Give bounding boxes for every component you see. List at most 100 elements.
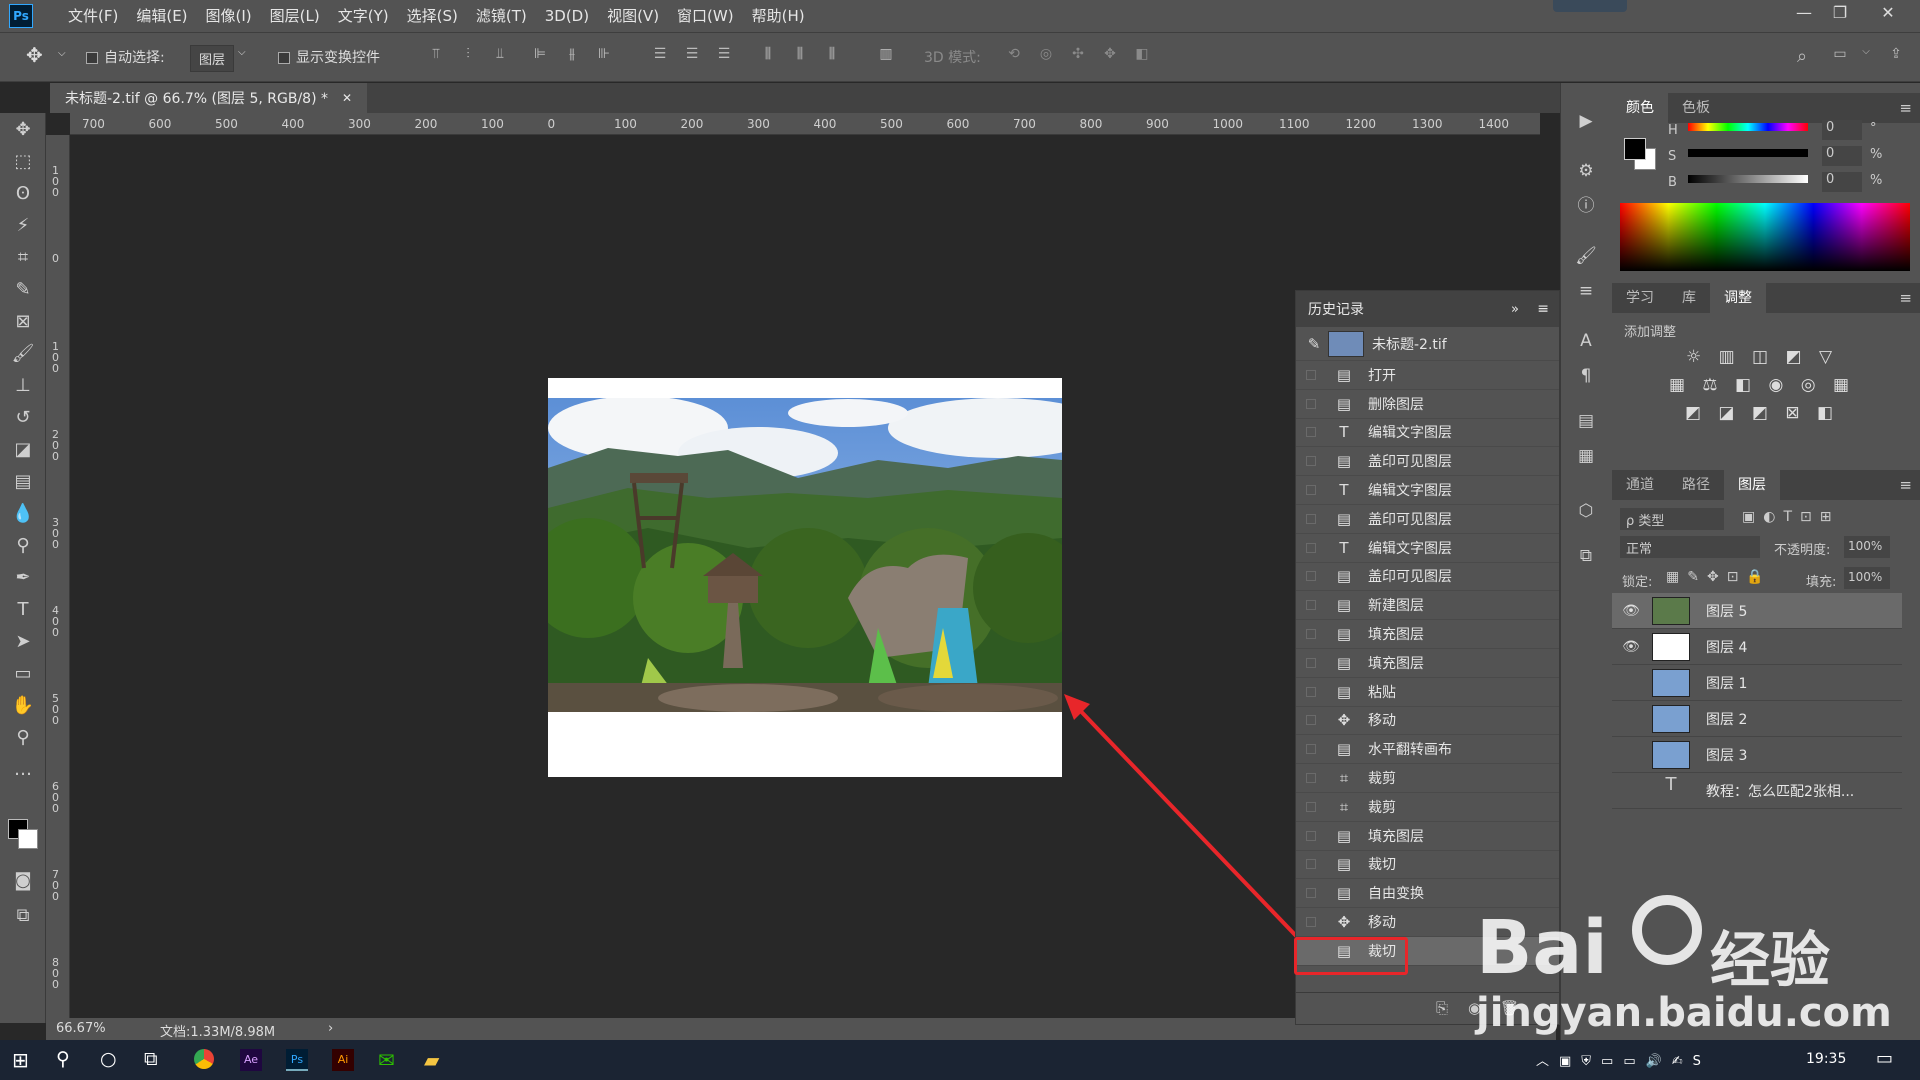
history-brush-source-checkbox[interactable]	[1306, 600, 1316, 611]
menu-layer[interactable]: 图层(L)	[261, 0, 329, 32]
history-brush-tool-icon[interactable]: ↺	[10, 405, 36, 431]
chrome-icon[interactable]	[194, 1049, 214, 1069]
history-brush-source-checkbox[interactable]	[1306, 917, 1316, 928]
menu-help[interactable]: 帮助(H)	[743, 0, 814, 32]
type-tool-icon[interactable]: T	[10, 597, 36, 623]
h-value[interactable]: 0	[1822, 120, 1862, 140]
move-tool-icon[interactable]: ✥	[26, 43, 43, 67]
new-document-icon[interactable]: ⎘	[1436, 999, 1448, 1017]
after-effects-icon[interactable]: Ae	[240, 1049, 262, 1071]
document-canvas[interactable]	[548, 378, 1062, 777]
show-transform-checkbox[interactable]: 显示变换控件	[278, 47, 380, 67]
lock-icons[interactable]: ▦✎✥⊡🔒	[1666, 569, 1772, 585]
history-item[interactable]: T 编辑文字图层	[1296, 419, 1559, 448]
distribute-bottom-icon[interactable]: ☰	[714, 46, 734, 66]
history-brush-source-checkbox[interactable]	[1306, 571, 1316, 582]
history-item[interactable]: ▤ 水平翻转画布	[1296, 735, 1559, 765]
tab-channels[interactable]: 通道	[1612, 470, 1668, 500]
menu-type[interactable]: 文字(Y)	[329, 0, 398, 32]
history-item[interactable]: ▤ 删除图层	[1296, 390, 1559, 419]
history-brush-source-checkbox[interactable]	[1306, 657, 1316, 668]
history-brush-source-checkbox[interactable]	[1306, 485, 1316, 496]
adjustment-icons[interactable]: ☼ ▥ ◫ ◩ ▽ ▦ ⚖ ◧ ◉ ◎ ▦ ◩ ◪ ◩ ⊠ ◧	[1662, 343, 1862, 433]
eraser-tool-icon[interactable]: ◪	[10, 437, 36, 463]
menu-view[interactable]: 视图(V)	[598, 0, 668, 32]
brush-settings-icon[interactable]: 🖌	[1573, 243, 1599, 269]
zoom-level[interactable]: 66.67%	[56, 1021, 106, 1036]
history-brush-source-checkbox[interactable]	[1306, 513, 1316, 524]
distribute-right-icon[interactable]: ⫼	[822, 46, 842, 66]
history-item[interactable]: ✥ 移动	[1296, 707, 1559, 736]
search-icon[interactable]: ⌕	[1792, 46, 1812, 67]
brush-source-icon[interactable]: ✎	[1304, 335, 1324, 353]
minimize-icon[interactable]: —	[1786, 0, 1822, 26]
marquee-tool-icon[interactable]: ⬚	[10, 149, 36, 175]
menu-image[interactable]: 图像(I)	[197, 0, 261, 32]
tab-paths[interactable]: 路径	[1668, 470, 1724, 500]
history-brush-source-checkbox[interactable]	[1306, 715, 1316, 726]
comments-icon[interactable]: ▦	[1573, 443, 1599, 469]
brush-tool-icon[interactable]: 🖌	[10, 341, 36, 367]
align-bottom-icon[interactable]: ⫫	[490, 46, 510, 66]
history-item[interactable]: ▤ 盖印可见图层	[1296, 447, 1559, 477]
layer-row[interactable]: 👁 图层 5	[1612, 593, 1902, 629]
distribute-vcenter-icon[interactable]: ☰	[682, 46, 702, 66]
history-brush-source-checkbox[interactable]	[1306, 369, 1316, 380]
visibility-eye-icon[interactable]: 👁	[1622, 603, 1640, 619]
dodge-tool-icon[interactable]: ⚲	[10, 533, 36, 559]
history-brush-source-checkbox[interactable]	[1306, 542, 1316, 553]
chevron-right-icon[interactable]: ›	[328, 1021, 333, 1036]
history-brush-source-checkbox[interactable]	[1306, 801, 1316, 812]
distribute-left-icon[interactable]: ⫼	[758, 46, 778, 66]
history-item[interactable]: ▤ 填充图层	[1296, 649, 1559, 678]
layer-filter-icons[interactable]: ▣◐T⊡⊞	[1742, 509, 1839, 525]
history-brush-source-checkbox[interactable]	[1306, 456, 1316, 467]
notification-icon[interactable]: ▭	[1876, 1048, 1893, 1069]
paragraph-icon[interactable]: ¶	[1573, 363, 1599, 389]
history-brush-source-checkbox[interactable]	[1306, 859, 1316, 870]
history-brush-source-checkbox[interactable]	[1306, 427, 1316, 438]
history-item[interactable]: T 编辑文字图层	[1296, 534, 1559, 563]
document-tab[interactable]: 未标题-2.tif @ 66.7% (图层 5, RGB/8) * ✕	[50, 83, 368, 113]
workspace-icon[interactable]: ▭	[1830, 46, 1850, 66]
chevron-down-icon[interactable]: ⌵	[1856, 46, 1876, 66]
auto-select-checkbox[interactable]: 自动选择:	[86, 47, 165, 67]
layer-row[interactable]: 图层 1	[1612, 665, 1902, 701]
file-explorer-icon[interactable]: ▰	[424, 1048, 439, 1072]
history-brush-source-checkbox[interactable]	[1306, 398, 1316, 409]
background-color-swatch[interactable]	[18, 829, 38, 849]
history-snapshot[interactable]: ✎ 未标题-2.tif	[1296, 327, 1559, 361]
s-slider[interactable]	[1688, 149, 1808, 157]
lasso-tool-icon[interactable]: ʘ	[10, 181, 36, 207]
b-slider[interactable]	[1688, 175, 1808, 183]
panel-menu-icon[interactable]: ≡	[1899, 289, 1912, 307]
tab-learn[interactable]: 学习	[1612, 283, 1668, 313]
align-right-icon[interactable]: ⊪	[594, 46, 614, 66]
cortana-icon[interactable]: ○	[100, 1048, 117, 1070]
magic-wand-tool-icon[interactable]: ⚡	[10, 213, 36, 239]
tab-color[interactable]: 颜色	[1612, 93, 1668, 123]
screen-mode-icon[interactable]: ⧉	[10, 903, 36, 929]
timeline-icon[interactable]: ⧉	[1573, 543, 1599, 569]
history-item[interactable]: ▤ 打开	[1296, 361, 1559, 390]
restore-icon[interactable]: ❐	[1822, 0, 1858, 26]
tab-adjustments[interactable]: 调整	[1710, 283, 1766, 313]
history-brush-source-checkbox[interactable]	[1306, 773, 1316, 784]
clock[interactable]: 19:35	[1806, 1051, 1846, 1067]
align-left-icon[interactable]: ⊫	[530, 46, 550, 66]
history-item[interactable]: ⌗ 裁剪	[1296, 764, 1559, 793]
close-tab-icon[interactable]: ✕	[342, 91, 352, 105]
auto-align-icon[interactable]: ▥	[876, 46, 896, 66]
pan-3d-icon[interactable]: ✣	[1068, 46, 1088, 66]
pen-tool-icon[interactable]: ✒	[10, 565, 36, 591]
panel-menu-icon[interactable]: ≡	[1899, 99, 1912, 117]
quick-mask-icon[interactable]: ◙	[10, 868, 36, 894]
history-item[interactable]: ▤ 粘贴	[1296, 678, 1559, 707]
s-value[interactable]: 0	[1822, 146, 1862, 166]
history-item[interactable]: ▤ 填充图层	[1296, 822, 1559, 851]
menu-file[interactable]: 文件(F)	[59, 0, 127, 32]
b-value[interactable]: 0	[1822, 172, 1862, 192]
align-vcenter-icon[interactable]: ⫶	[458, 46, 478, 66]
h-slider[interactable]	[1688, 123, 1808, 131]
info-panel-icon[interactable]: ⚙	[1573, 158, 1599, 184]
